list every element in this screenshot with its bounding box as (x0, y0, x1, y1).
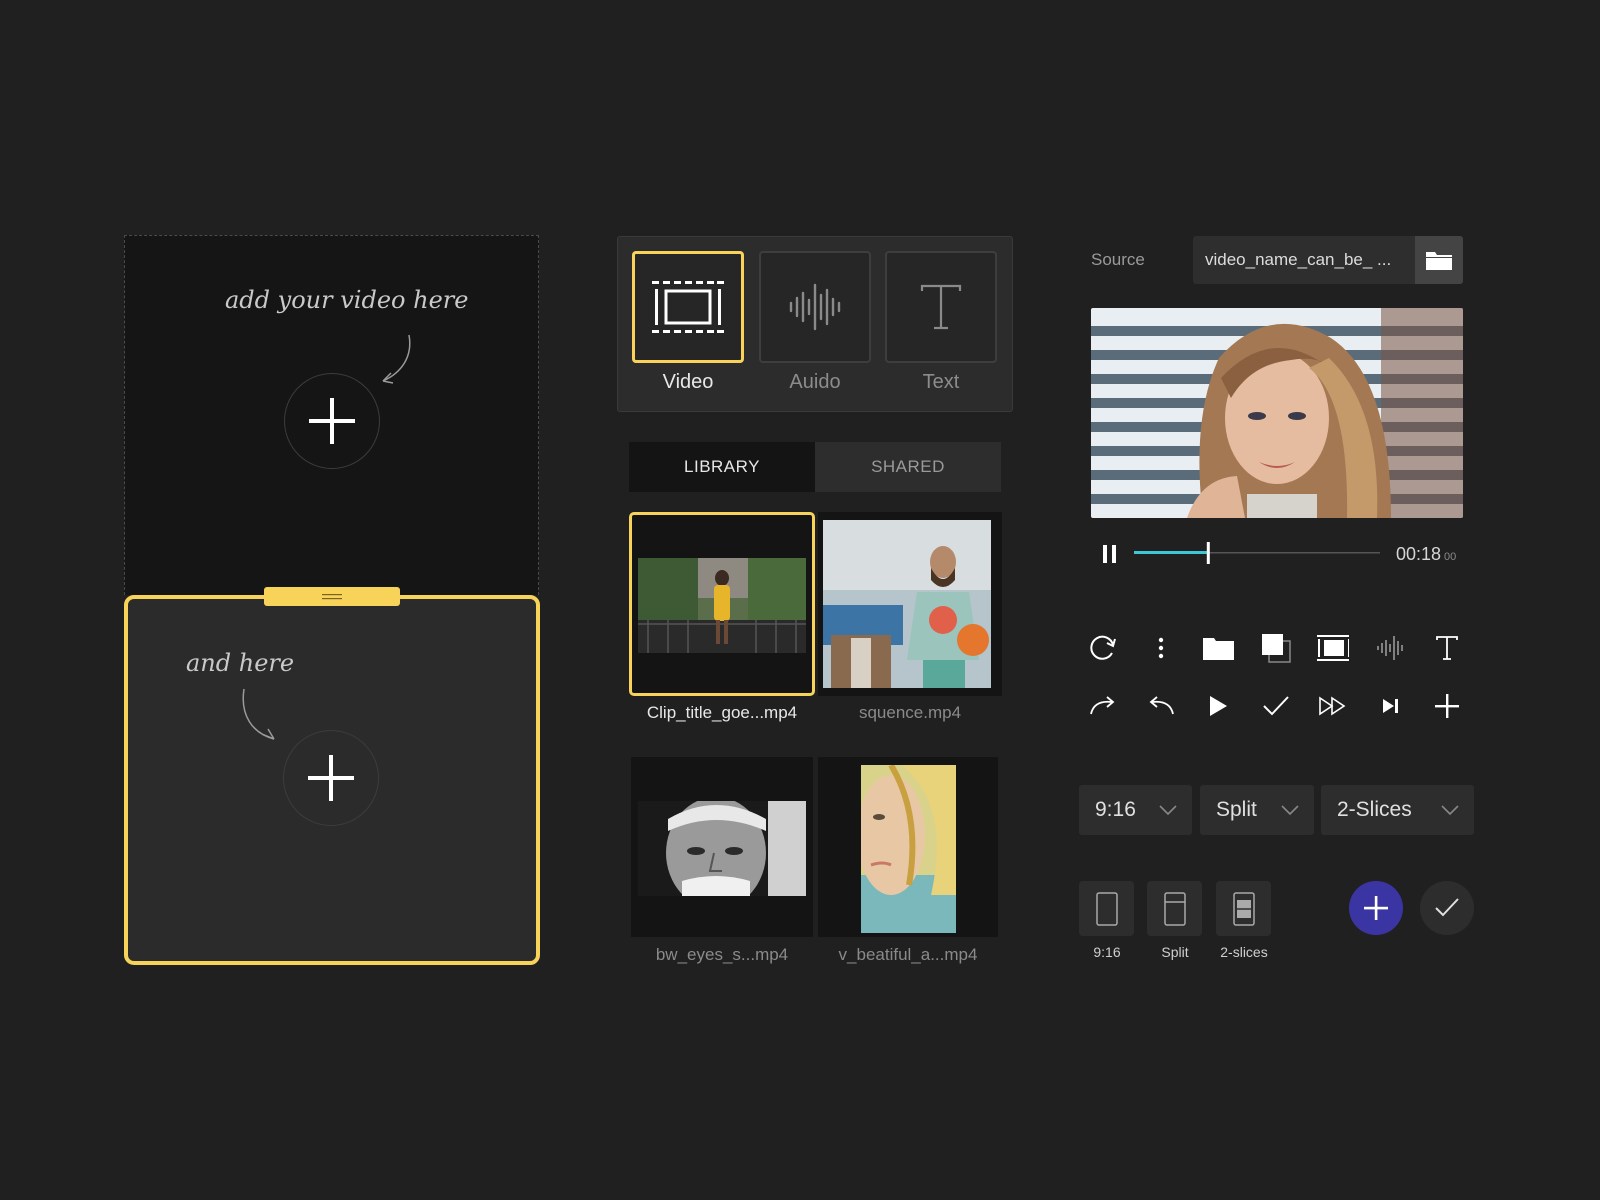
preview-frame-image (1091, 308, 1463, 518)
video-preview[interactable] (1091, 308, 1463, 518)
tab-library[interactable]: LIBRARY (629, 442, 815, 492)
two-slices-icon (1232, 891, 1255, 926)
fast-forward-icon[interactable] (1317, 690, 1349, 722)
aspect-ratio-value: 9:16 (1095, 798, 1136, 821)
media-type-text-button[interactable] (885, 251, 997, 363)
clip-preview-image (861, 765, 956, 933)
text-t-icon[interactable] (1431, 632, 1463, 664)
library-tabs: LIBRARY SHARED (629, 442, 1001, 492)
media-type-video-button[interactable] (632, 251, 744, 363)
add-video-button-bottom[interactable] (283, 730, 379, 826)
add-button[interactable] (1349, 881, 1403, 935)
drop-hint-bottom: and here (186, 649, 295, 677)
refresh-icon[interactable] (1087, 632, 1119, 664)
skip-next-icon[interactable] (1375, 690, 1407, 722)
resize-handle[interactable] (264, 587, 400, 606)
folder-icon[interactable] (1202, 632, 1234, 664)
folder-icon (1426, 252, 1452, 270)
plus-icon (309, 398, 355, 444)
clip-thumbnail-4[interactable] (818, 757, 998, 937)
check-icon[interactable] (1260, 690, 1292, 722)
check-icon (1435, 898, 1459, 917)
clip-name-4: v_beatiful_a...mp4 (838, 945, 978, 964)
playback-timecode: 00:18 00 (1396, 544, 1456, 565)
chevron-down-icon (1159, 805, 1177, 816)
slices-value: 2-Slices (1337, 798, 1412, 821)
text-t-icon (920, 284, 962, 330)
clip-preview-image (638, 558, 806, 653)
plus-icon[interactable] (1431, 690, 1463, 722)
play-icon[interactable] (1202, 690, 1234, 722)
clip-preview-image (638, 801, 806, 896)
plus-icon (1364, 896, 1388, 920)
clip-name-3: bw_eyes_s...mp4 (655, 945, 789, 964)
add-video-button-top[interactable] (284, 373, 380, 469)
clip-thumbnail-1[interactable] (629, 512, 815, 696)
confirm-button[interactable] (1420, 881, 1474, 935)
film-frame-icon (652, 281, 724, 333)
more-vertical-icon[interactable] (1145, 632, 1177, 664)
hint-arrow-icon (242, 688, 275, 740)
clip-name-2: squence.mp4 (858, 703, 962, 722)
undo-icon[interactable] (1145, 690, 1177, 722)
pause-icon[interactable] (1101, 543, 1119, 565)
clip-preview-image (823, 520, 991, 688)
aspect-ratio-dropdown[interactable]: 9:16 (1079, 785, 1192, 835)
frame-value: 00 (1444, 551, 1457, 563)
layout-9-16-button[interactable] (1079, 881, 1134, 936)
clip-thumbnail-3[interactable] (631, 757, 813, 937)
waveform-icon[interactable] (1375, 632, 1407, 664)
media-type-video-label: Video (662, 371, 714, 393)
drop-hint-top: add your video here (225, 286, 469, 314)
clip-thumbnail-2[interactable] (818, 512, 1002, 696)
mode-dropdown[interactable]: Split (1200, 785, 1314, 835)
layout-9-16-label: 9:16 (1093, 944, 1121, 960)
mode-value: Split (1216, 798, 1257, 821)
hint-arrow-icon (382, 334, 411, 384)
layers-icon[interactable] (1260, 632, 1292, 664)
chevron-down-icon (1441, 805, 1459, 816)
grip-icon (322, 593, 342, 599)
video-drop-zone-bottom[interactable]: and here (124, 595, 540, 965)
chevron-down-icon (1281, 805, 1299, 816)
video-drop-zone-top[interactable]: add your video here (124, 235, 539, 595)
time-value: 00:18 (1396, 544, 1442, 564)
timeline-scrubber[interactable] (1134, 540, 1382, 566)
split-layout-icon (1163, 891, 1186, 926)
media-type-text-label: Text (922, 371, 960, 393)
layout-2-slices-label: 2-slices (1220, 944, 1268, 960)
source-filename: video_name_can_be_ ... (1205, 250, 1392, 269)
clip-name-1: Clip_title_goe...mp4 (646, 703, 798, 722)
phone-portrait-icon (1095, 891, 1118, 926)
browse-folder-button[interactable] (1415, 236, 1463, 284)
redo-icon[interactable] (1087, 690, 1119, 722)
layout-split-button[interactable] (1147, 881, 1202, 936)
layout-split-label: Split (1161, 944, 1189, 960)
source-label: Source (1091, 250, 1145, 269)
film-frame-icon[interactable] (1317, 632, 1349, 664)
media-type-audio-button[interactable] (759, 251, 871, 363)
layout-2-slices-button[interactable] (1216, 881, 1271, 936)
slices-dropdown[interactable]: 2-Slices (1321, 785, 1474, 835)
media-type-panel: Video Auido Text (617, 236, 1013, 412)
plus-icon (308, 755, 354, 801)
tab-shared[interactable]: SHARED (815, 442, 1001, 492)
waveform-icon (789, 283, 841, 331)
media-type-audio-label: Auido (789, 371, 841, 393)
source-file-field[interactable]: video_name_can_be_ ... (1193, 236, 1463, 284)
